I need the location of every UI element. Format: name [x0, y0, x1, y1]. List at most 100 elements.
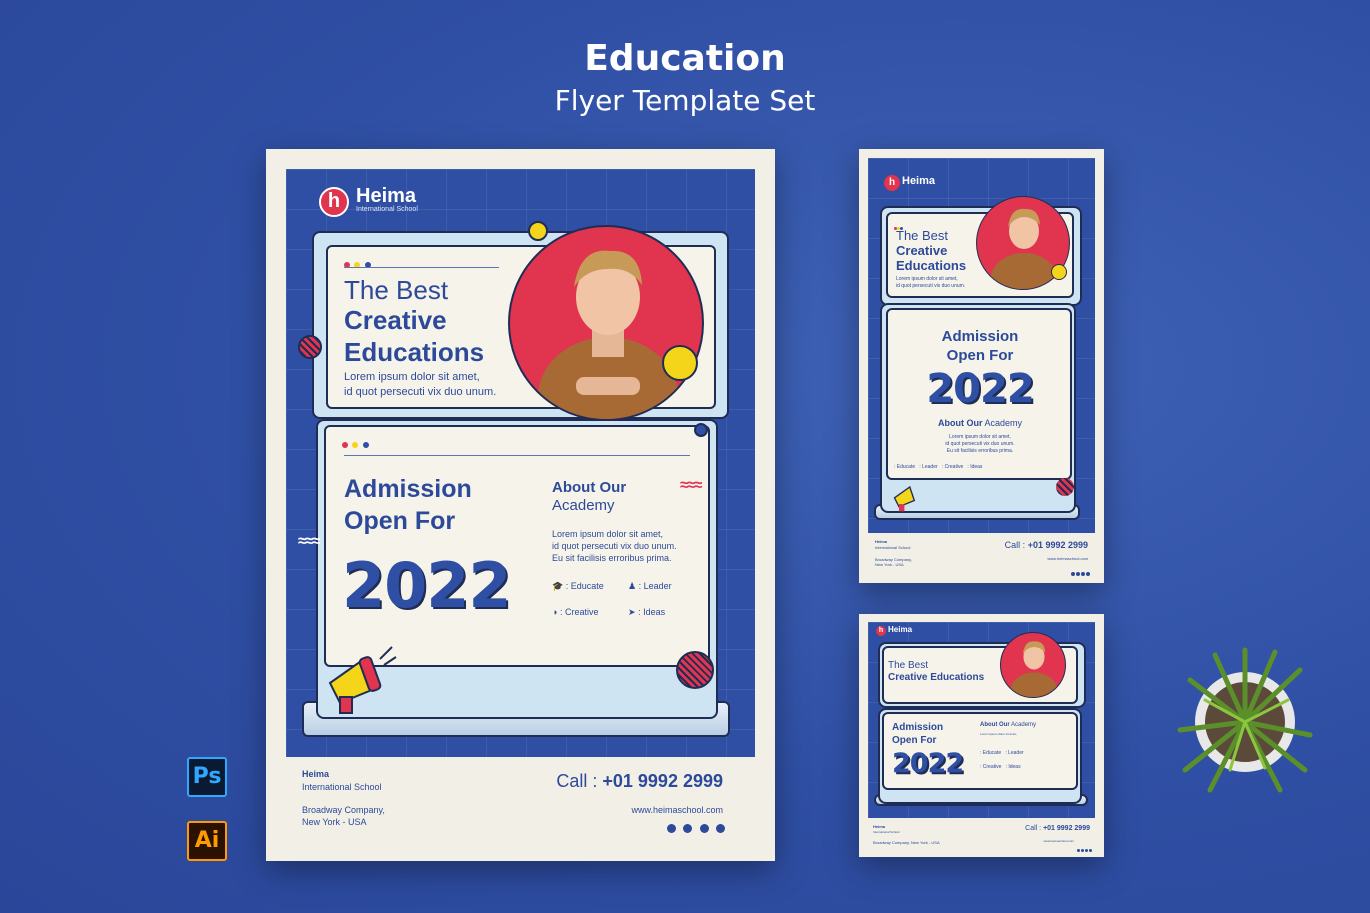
admission-line1: Admission — [941, 328, 1019, 345]
about-title: About Our Academy — [980, 722, 1037, 728]
palette-icon: ◑ — [552, 607, 558, 617]
zigzag-decoration: ≈≈≈ — [680, 477, 702, 494]
admission-card: Admission Open For 2022 About Our Academ… — [324, 425, 710, 667]
footer-tagline: International School — [873, 830, 900, 834]
logo-icon: h — [319, 187, 349, 217]
footer-tagline: International School — [875, 545, 911, 550]
feature-educate: 🎓 : Educate — [552, 581, 604, 591]
feature-row1: : Educate : Leader — [980, 750, 1024, 756]
striped-circle — [676, 651, 714, 689]
paper-plane-icon: ➤ — [628, 607, 636, 617]
footer-company: Broadway Company, New York - USA — [873, 840, 940, 845]
megaphone-icon — [890, 478, 926, 519]
footer-brand: Heima — [302, 769, 330, 779]
admission-line2: Open For — [946, 347, 1014, 364]
flyer-large-frame: h Heima International School The Best Cr… — [286, 169, 755, 757]
footer-company2: New York - USA — [302, 817, 367, 827]
admission-year: 2022 — [342, 549, 512, 622]
hero-line1: The Best — [896, 228, 949, 243]
feature-leader: ♟ : Leader — [628, 581, 672, 591]
footer-website: www.heimaschool.com — [1043, 839, 1074, 843]
flyer-square-frame: h Heima The Best Creative Educations Adm… — [868, 622, 1095, 818]
hero-line3: Educations — [344, 337, 485, 367]
admission-line2: Open For — [892, 735, 937, 746]
about-body1: Lorem ipsum dolor sit amet, — [949, 434, 1011, 440]
footer-brand: Heima — [875, 539, 888, 544]
twitter-icon — [666, 824, 676, 833]
megaphone-icon — [320, 639, 400, 724]
zigzag-decoration: ≈≈≈ — [298, 533, 320, 550]
yellow-dot — [662, 345, 698, 381]
flyer-large: h Heima International School The Best Cr… — [266, 149, 775, 861]
about-body2: id quot persecuti vix duo unum. — [552, 541, 677, 551]
page-subtitle: Flyer Template Set — [554, 84, 816, 117]
about-title: About Our Academy — [937, 418, 1023, 428]
youtube-icon — [1089, 849, 1092, 852]
photoshop-icon: Ps — [187, 757, 227, 797]
youtube-icon — [1086, 572, 1090, 576]
striped-circle — [1056, 478, 1074, 496]
hero-lorem2: id quot persecuti vix duo unum. — [896, 283, 966, 289]
hero-line3: Educations — [896, 258, 967, 273]
feature-creative: ◑ : Creative — [552, 607, 599, 617]
facebook-icon — [1081, 849, 1084, 852]
about-title1: About Our — [552, 479, 627, 496]
page-title: Education — [584, 38, 786, 79]
footer-company1: Broadway Company, — [302, 805, 385, 815]
illustrator-icon: Ai — [187, 821, 227, 861]
window-dots — [344, 255, 371, 273]
brand-tagline: International School — [356, 206, 418, 213]
footer-website: www.heimaschool.com — [631, 805, 723, 815]
flyer-square: h Heima The Best Creative Educations Adm… — [859, 614, 1104, 857]
footer-company2: New York - USA — [875, 562, 904, 567]
brand-name: Heima — [356, 185, 417, 207]
admission-card: Admission Open For 2022 About Our Academ… — [882, 712, 1078, 790]
footer-call: Call : +01 9992 2999 — [556, 771, 723, 792]
hero-line2: Creative — [344, 305, 447, 335]
yellow-dot — [528, 221, 548, 241]
about-body1: Lorem ipsum dolor sit amet, — [980, 732, 1018, 736]
logo-icon: h — [876, 626, 886, 636]
footer-website: www.heimaschool.com — [1047, 556, 1088, 561]
about-body1: Lorem ipsum dolor sit amet, — [552, 529, 664, 539]
footer-call: Call : +01 9992 2999 — [1025, 825, 1090, 832]
facebook-icon — [1076, 572, 1080, 576]
twitter-icon — [1077, 849, 1080, 852]
admission-line1: Admission — [344, 475, 472, 503]
logo-icon: h — [884, 175, 900, 191]
yellow-dot — [1051, 264, 1067, 280]
flyer-portrait: h Heima The Best Creative Educations Lor… — [859, 149, 1104, 583]
phone-number: +01 9992 2999 — [602, 771, 723, 791]
social-icons — [1076, 839, 1092, 857]
instagram-icon — [1085, 849, 1088, 852]
admission-line2: Open For — [344, 507, 456, 535]
people-icon: ♟ — [628, 581, 637, 591]
twitter-icon — [1071, 572, 1075, 576]
footer-tagline: International School — [302, 782, 382, 792]
admission-year: 2022 — [926, 366, 1034, 412]
striped-circle — [298, 335, 322, 359]
feature-ideas: ➤ : Ideas — [628, 607, 666, 617]
about-body3: Eu sit facilisis erroribus prima. — [552, 553, 672, 563]
student-photo — [1000, 632, 1066, 698]
instagram-icon — [699, 824, 709, 833]
youtube-icon — [716, 824, 725, 833]
instagram-icon — [1081, 572, 1085, 576]
about-body2: id quot persecuti vix duo unum. — [945, 441, 1015, 447]
call-label: Call : — [556, 771, 598, 791]
hero-line-combined: Creative Educations — [888, 672, 985, 683]
feature-row: : Educate : Leader : Creative : Ideas — [894, 464, 983, 470]
about-body3: Eu sit facilisis erroribus prima. — [946, 448, 1014, 454]
hero-lorem: Lorem ipsum dolor sit amet, — [896, 276, 958, 282]
hero-line1: The Best — [344, 275, 449, 305]
footer-brand: Heima — [873, 824, 886, 829]
admission-year: 2022 — [892, 748, 964, 779]
hero-lorem: Lorem ipsum dolor sit amet, — [344, 371, 480, 383]
admission-card: Admission Open For 2022 About Our Academ… — [886, 308, 1072, 480]
graduation-cap-icon: 🎓 — [552, 581, 564, 591]
flyer-portrait-frame: h Heima The Best Creative Educations Lor… — [868, 158, 1095, 533]
social-icons — [1070, 563, 1090, 581]
social-icons — [664, 820, 725, 838]
footer-call: Call : +01 9992 2999 — [1004, 540, 1088, 550]
student-photo — [508, 225, 704, 421]
